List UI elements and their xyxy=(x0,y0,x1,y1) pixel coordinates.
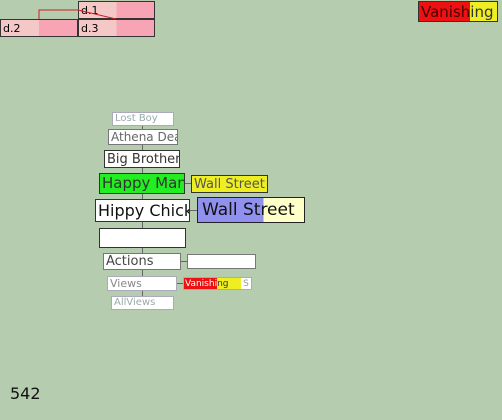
vanishing-badge[interactable]: Vanish ing xyxy=(418,1,498,22)
node-vanishing-small-yellow: ng xyxy=(217,278,242,289)
node-wall-street-small[interactable]: Wall Street xyxy=(191,175,268,193)
node-actions-sibling[interactable] xyxy=(187,254,256,269)
node-all-views[interactable]: AllViews xyxy=(111,296,174,310)
node-lost-boy-label: Lost Boy xyxy=(115,113,158,124)
node-wall-street-large-label: Wall Street xyxy=(202,199,295,220)
node-views-label: Views xyxy=(110,277,142,290)
vanishing-badge-yellow: ing xyxy=(470,2,497,21)
tree-connector xyxy=(38,9,117,20)
node-all-views-label: AllViews xyxy=(114,297,156,308)
node-athena[interactable]: Athena Dea xyxy=(108,129,178,145)
node-big-brother[interactable]: Big Brother xyxy=(104,150,180,168)
node-vanishing-small-red: Vanishi xyxy=(184,278,218,289)
node-happy-man-label: Happy Man xyxy=(102,174,185,192)
node-views[interactable]: Views xyxy=(107,276,177,291)
node-vanishing-small-s: S xyxy=(243,278,249,289)
counter-label: 542 xyxy=(10,384,41,403)
node-hippy-chick-label: Hippy Chick xyxy=(98,200,190,220)
vanishing-badge-red: Vanish xyxy=(419,2,471,21)
node-lost-boy[interactable]: Lost Boy xyxy=(112,112,174,126)
node-wall-street-small-label: Wall Street xyxy=(194,176,265,192)
node-vanishing-small[interactable]: Vanishi ng S xyxy=(183,277,252,290)
node-actions-label: Actions xyxy=(106,254,154,269)
node-empty[interactable] xyxy=(99,228,186,248)
node-hippy-chick[interactable]: Hippy Chick xyxy=(95,199,190,222)
node-big-brother-label: Big Brother xyxy=(107,151,180,167)
node-wall-street-large[interactable]: Wall Street xyxy=(197,197,305,223)
node-happy-man[interactable]: Happy Man xyxy=(99,173,185,194)
node-actions[interactable]: Actions xyxy=(103,253,181,270)
node-athena-label: Athena Dea xyxy=(111,130,178,144)
